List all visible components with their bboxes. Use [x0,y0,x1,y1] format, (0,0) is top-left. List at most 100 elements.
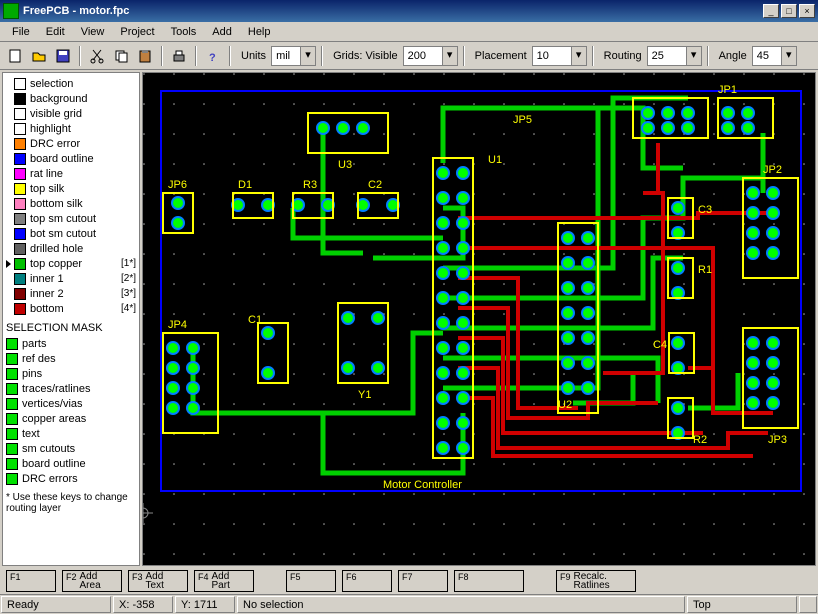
mask-sm-cutouts[interactable]: sm cutouts [6,441,136,456]
legend-inner-1[interactable]: inner 1[2*] [6,271,136,286]
legend-DRC-error[interactable]: DRC error [6,136,136,151]
refdes-U3: U3 [338,159,352,171]
menu-view[interactable]: View [73,24,113,40]
color-swatch [14,183,26,195]
fkey-f9[interactable]: F9Recalc. Ratlines [556,570,636,592]
mask-pins[interactable]: pins [6,366,136,381]
refdes-U2: U2 [558,399,572,411]
mask-text[interactable]: text [6,426,136,441]
legend-top-copper[interactable]: top copper[1*] [6,256,136,271]
minimize-button[interactable]: _ [763,4,779,18]
fkey-f2[interactable]: F2Add Area [62,570,122,592]
fkey-f1[interactable]: F1 [6,570,56,592]
paste-button[interactable] [134,45,156,67]
fkey-num: F5 [290,572,301,582]
help-button[interactable]: ? [202,45,224,67]
color-swatch [14,303,26,315]
legend-rat-line[interactable]: rat line [6,166,136,181]
legend-bot-sm-cutout[interactable]: bot sm cutout [6,226,136,241]
fkey-num: F2 [66,572,77,582]
legend-highlight[interactable]: highlight [6,121,136,136]
placement-select[interactable]: 10▾ [532,46,587,66]
legend-label: DRC error [30,138,80,150]
fkey-num: F9 [560,572,571,582]
mask-swatch [6,458,18,470]
legend-bottom[interactable]: bottom[4*] [6,301,136,316]
cut-button[interactable] [86,45,108,67]
mask-swatch [6,398,18,410]
fkey-f3[interactable]: F3Add Text [128,570,188,592]
resize-grip[interactable] [799,596,817,613]
maximize-button[interactable]: □ [781,4,797,18]
fkey-label: Recalc. Ratlines [574,572,610,590]
legend-selection[interactable]: selection [6,76,136,91]
menu-help[interactable]: Help [240,24,279,40]
fkey-f8[interactable]: F8 [454,570,524,592]
copy-button[interactable] [110,45,132,67]
legend-label: rat line [30,168,63,180]
refdes-JP4: JP4 [168,319,187,331]
status-bar: Ready X: -358 Y: 1711 No selection Top [0,594,818,614]
units-label: Units [236,50,269,62]
mask-swatch [6,353,18,365]
legend-label: selection [30,78,73,90]
mask-label: vertices/vias [22,398,83,410]
angle-select[interactable]: 45▾ [752,46,797,66]
fkey-f6[interactable]: F6 [342,570,392,592]
menu-add[interactable]: Add [204,24,240,40]
save-button[interactable] [52,45,74,67]
mask-label: traces/ratlines [22,383,90,395]
legend-top-silk[interactable]: top silk [6,181,136,196]
fkey-num: F1 [10,572,21,582]
grids-select[interactable]: 200▾ [403,46,458,66]
color-swatch [14,258,26,270]
fkey-f7[interactable]: F7 [398,570,448,592]
angle-label: Angle [714,50,750,62]
menu-file[interactable]: File [4,24,38,40]
new-button[interactable] [4,45,26,67]
legend-drilled-hole[interactable]: drilled hole [6,241,136,256]
print-button[interactable] [168,45,190,67]
refdes-C2: C2 [368,179,382,191]
mask-vertices-vias[interactable]: vertices/vias [6,396,136,411]
color-swatch [14,108,26,120]
chevron-down-icon: ▾ [300,47,315,65]
fkey-label: Add Area [80,572,101,590]
routing-select[interactable]: 25▾ [647,46,702,66]
menu-tools[interactable]: Tools [163,24,205,40]
routing-layer-hint: * Use these keys to change routing layer [6,492,136,514]
mask-traces-ratlines[interactable]: traces/ratlines [6,381,136,396]
legend-label: background [30,93,88,105]
legend-label: drilled hole [30,243,83,255]
menu-edit[interactable]: Edit [38,24,73,40]
fkey-f4[interactable]: F4Add Part [194,570,254,592]
mask-label: board outline [22,458,86,470]
mask-ref-des[interactable]: ref des [6,351,136,366]
fkey-f5[interactable]: F5 [286,570,336,592]
open-button[interactable] [28,45,50,67]
legend-visible-grid[interactable]: visible grid [6,106,136,121]
close-button[interactable]: × [799,4,815,18]
mask-board-outline[interactable]: board outline [6,456,136,471]
legend-board-outline[interactable]: board outline [6,151,136,166]
legend-label: top silk [30,183,64,195]
color-swatch [14,198,26,210]
units-select[interactable]: mil▾ [271,46,316,66]
mask-DRC-errors[interactable]: DRC errors [6,471,136,486]
legend-label: inner 2 [30,288,64,300]
mask-parts[interactable]: parts [6,336,136,351]
refdes-JP3: JP3 [768,434,787,446]
refdes-U1: U1 [488,154,502,166]
legend-inner-2[interactable]: inner 2[3*] [6,286,136,301]
color-swatch [14,123,26,135]
grids-label: Grids: Visible [328,50,401,62]
window-title: FreePCB - motor.fpc [23,5,761,17]
legend-background[interactable]: background [6,91,136,106]
pcb-canvas[interactable]: JP1JP2JP3JP4JP5JP6U1U2U3D1R1R2R3C1C2C3C4… [142,72,816,566]
mask-copper-areas[interactable]: copper areas [6,411,136,426]
color-swatch [14,288,26,300]
legend-bottom-silk[interactable]: bottom silk [6,196,136,211]
menu-project[interactable]: Project [112,24,162,40]
legend-top-sm-cutout[interactable]: top sm cutout [6,211,136,226]
chevron-down-icon: ▾ [442,47,457,65]
